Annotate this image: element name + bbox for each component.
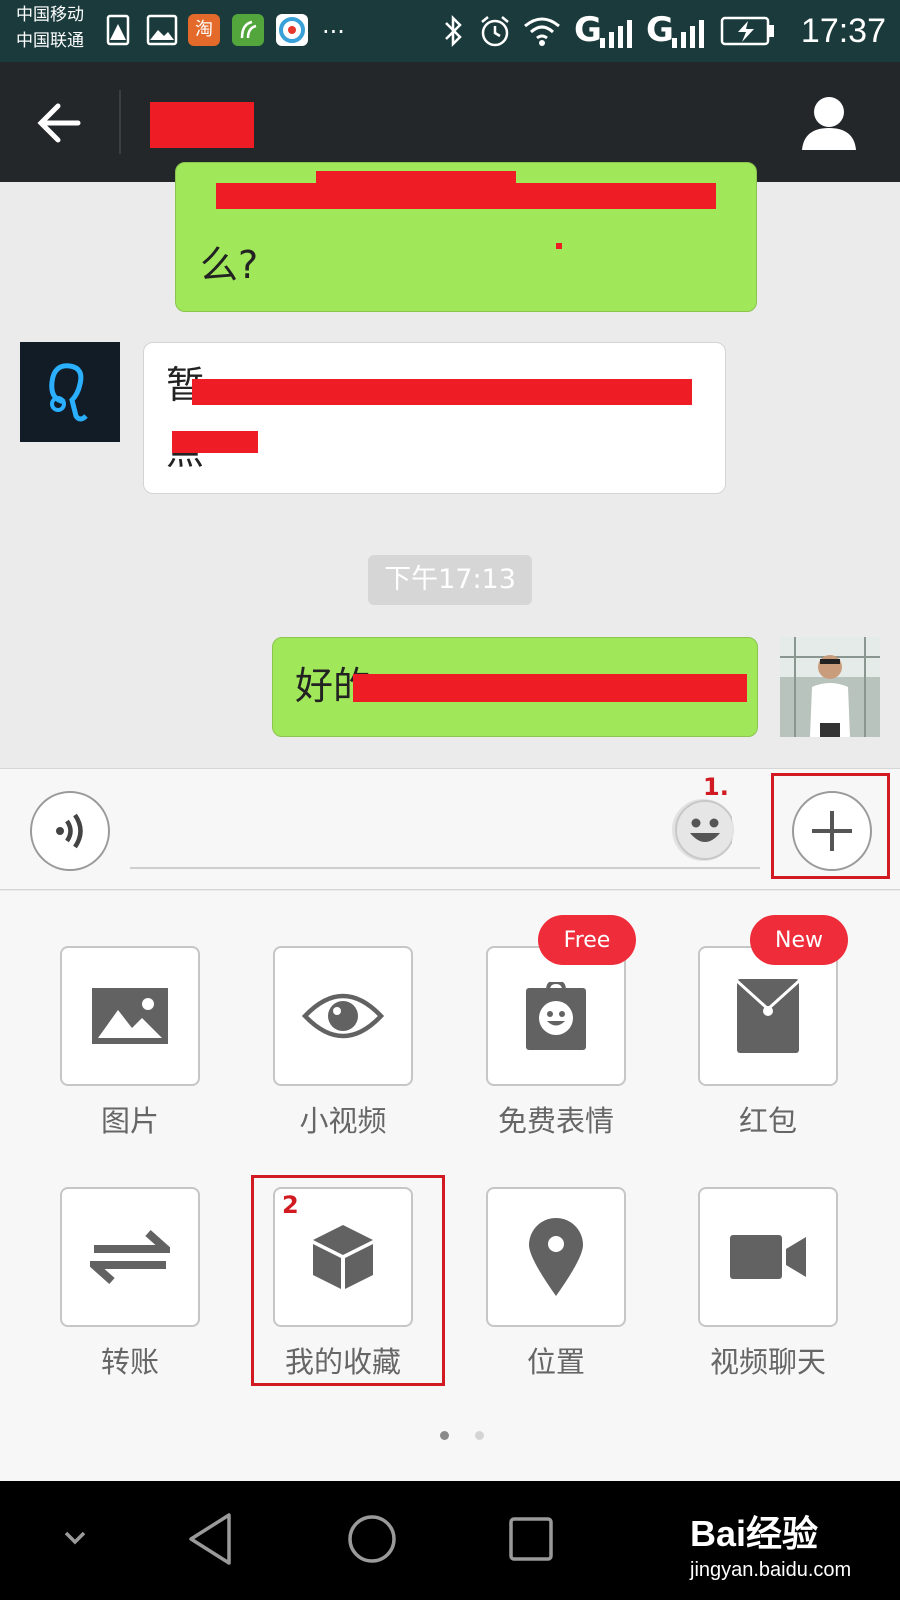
transfer-icon [90, 1230, 170, 1284]
page-indicator-dot [475, 1431, 484, 1440]
eye-icon [302, 993, 384, 1039]
panel-item-label: 小视频 [299, 1104, 387, 1138]
nav-back-triangle-icon[interactable] [185, 1511, 235, 1567]
panel-item-label: 视频聊天 [709, 1345, 826, 1379]
nav-recents-square-icon[interactable] [507, 1515, 555, 1563]
title-divider [119, 90, 121, 154]
emoji-button[interactable] [672, 799, 734, 861]
new-badge: New [750, 915, 848, 965]
carrier-2: 中国联通 [16, 31, 84, 51]
more-notifications-icon: ··· [322, 18, 345, 46]
message-timestamp: 下午17:13 [368, 555, 532, 605]
signal-1-icon [598, 14, 638, 48]
location-pin-icon [529, 1218, 583, 1296]
panel-item-photos[interactable] [60, 946, 200, 1086]
voice-wave-icon [56, 813, 83, 849]
image-icon [92, 988, 168, 1044]
watermark-logo-text: Bai经验 [690, 1513, 819, 1554]
panel-item-short-video[interactable] [273, 946, 413, 1086]
storage-warning-icon [104, 14, 132, 46]
redaction-mark [172, 431, 258, 453]
annotation-highlight-box-2 [251, 1175, 445, 1386]
page-indicator-dot-active [440, 1431, 449, 1440]
contact-profile-icon[interactable] [800, 94, 858, 150]
contact-avatar[interactable] [20, 342, 120, 442]
annotation-step-1: 1. [703, 773, 729, 801]
panel-item-label: 转账 [100, 1345, 159, 1379]
panel-item-label: 图片 [100, 1104, 159, 1138]
smiley-icon [675, 800, 732, 860]
panel-item-free-stickers[interactable] [486, 946, 626, 1086]
signal-2-icon [670, 14, 710, 48]
panel-item-red-packet[interactable] [698, 946, 838, 1086]
back-arrow-icon[interactable] [34, 98, 84, 148]
gallery-icon [146, 14, 178, 46]
redaction-mark [316, 171, 516, 189]
function-panel: 图片 小视频 Free 免费表情 New 红包 转账 我的收藏 2 位置 视频聊… [0, 891, 900, 1481]
panel-item-transfer[interactable] [60, 1187, 200, 1327]
alarm-icon [478, 14, 512, 48]
panel-item-label: 免费表情 [497, 1104, 614, 1138]
wifi-icon [522, 14, 562, 48]
text-input-underline [130, 867, 760, 869]
collapse-keyboard-icon[interactable] [60, 1523, 90, 1553]
battery-charging-icon [720, 16, 776, 46]
clock-time: 17:37 [800, 12, 886, 50]
taobao-icon: 淘 [188, 14, 220, 46]
contact-name-redacted [150, 102, 254, 148]
message-input-bar: 1. [0, 768, 900, 890]
panel-item-label: 红包 [738, 1104, 797, 1138]
red-packet-icon [737, 979, 799, 1053]
user-avatar[interactable] [780, 637, 880, 737]
clean-app-icon [232, 14, 264, 46]
redaction-mark [556, 243, 562, 249]
browser-app-icon [276, 14, 308, 46]
baidu-jingyan-watermark: Bai经验 jingyan.baidu.com [690, 1505, 890, 1581]
panel-item-video-chat[interactable] [698, 1187, 838, 1327]
status-bar: 中国移动 中国联通 淘 ··· G G 17:37 [0, 0, 900, 62]
panel-item-location[interactable] [486, 1187, 626, 1327]
chat-message-list[interactable]: 么? 暂 点 下午17:13 好的 [0, 162, 900, 768]
outgoing-message-bubble[interactable]: 好的 [272, 637, 758, 737]
message-text-input[interactable] [130, 793, 670, 865]
panel-item-label: 位置 [526, 1345, 585, 1379]
redaction-mark [353, 674, 747, 702]
bluetooth-icon [440, 14, 466, 48]
free-badge: Free [538, 915, 636, 965]
nav-home-circle-icon[interactable] [346, 1513, 398, 1565]
voice-input-button[interactable] [30, 791, 110, 871]
message-text: 么? [200, 243, 259, 287]
sticker-icon [526, 982, 586, 1050]
annotation-highlight-box-1 [771, 773, 890, 879]
redaction-mark [192, 379, 692, 405]
video-camera-icon [730, 1235, 806, 1279]
outgoing-message-bubble[interactable]: 么? [175, 162, 757, 312]
watermark-url: jingyan.baidu.com [690, 1559, 852, 1581]
incoming-message-bubble[interactable]: 暂 点 [143, 342, 726, 494]
carrier-1: 中国移动 [16, 5, 84, 25]
system-navigation-bar: Bai经验 jingyan.baidu.com [0, 1481, 900, 1600]
